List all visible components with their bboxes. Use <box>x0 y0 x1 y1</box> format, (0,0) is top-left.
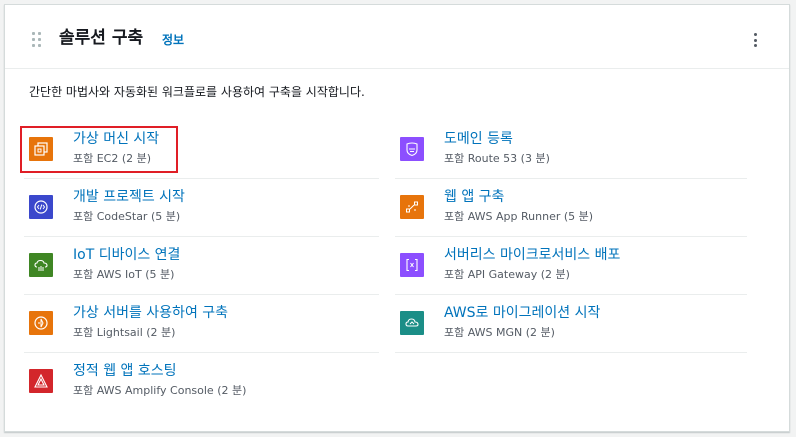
item-name: AWS로 마이그레이션 시작 <box>444 305 601 321</box>
api-gateway-icon <box>400 253 424 277</box>
launch-vm-item[interactable]: 가상 머신 시작 포함 EC2 (2 분) <box>24 123 379 179</box>
iot-device-item[interactable]: IoT 디바이스 연결 포함 AWS IoT (5 분) <box>24 239 379 295</box>
dev-project-item[interactable]: 개발 프로젝트 시작 포함 CodeStar (5 분) <box>24 181 379 237</box>
lightsail-icon <box>29 311 53 335</box>
more-options-icon[interactable] <box>747 29 763 51</box>
static-web-app-item[interactable]: 정적 웹 앱 호스팅 포함 AWS Amplify Console (2 분) <box>24 355 379 411</box>
item-service: 포함 AWS Amplify Console (2 분) <box>73 384 247 397</box>
migration-item[interactable]: AWS로 마이그레이션 시작 포함 AWS MGN (2 분) <box>395 297 747 353</box>
item-service: 포함 Lightsail (2 분) <box>73 326 176 339</box>
item-service: 포함 AWS IoT (5 분) <box>73 268 175 281</box>
serverless-item[interactable]: 서버리스 마이크로서비스 배포 포함 API Gateway (2 분) <box>395 239 747 295</box>
item-name: 웹 앱 구축 <box>444 189 505 205</box>
item-name: 가상 머신 시작 <box>73 131 160 147</box>
item-service: 포함 AWS MGN (2 분) <box>444 326 555 339</box>
widget-title: 솔루션 구축 <box>59 28 144 48</box>
drag-handle-icon[interactable] <box>32 32 42 48</box>
item-name: 가상 서버를 사용하여 구축 <box>73 305 229 321</box>
mgn-icon <box>400 311 424 335</box>
ec2-icon <box>29 137 53 161</box>
item-name: IoT 디바이스 연결 <box>73 247 181 263</box>
codestar-icon <box>29 195 53 219</box>
item-name: 개발 프로젝트 시작 <box>73 189 185 205</box>
build-solution-widget: 솔루션 구축 정보 간단한 마법사와 자동화된 워크플로를 사용하여 구축을 시… <box>4 4 790 432</box>
web-app-item[interactable]: 웹 앱 구축 포함 AWS App Runner (5 분) <box>395 181 747 237</box>
register-domain-item[interactable]: 도메인 등록 포함 Route 53 (3 분) <box>395 123 747 179</box>
item-service: 포함 API Gateway (2 분) <box>444 268 570 281</box>
widget-header: 솔루션 구축 정보 <box>5 5 789 69</box>
item-name: 서버리스 마이크로서비스 배포 <box>444 247 621 263</box>
route53-icon <box>400 137 424 161</box>
app-runner-icon <box>400 195 424 219</box>
iot-icon <box>29 253 53 277</box>
item-service: 포함 Route 53 (3 분) <box>444 152 550 165</box>
item-service: 포함 EC2 (2 분) <box>73 152 152 165</box>
item-service: 포함 AWS App Runner (5 분) <box>444 210 594 223</box>
info-link[interactable]: 정보 <box>162 32 184 48</box>
widget-description: 간단한 마법사와 자동화된 워크플로를 사용하여 구축을 시작합니다. <box>29 85 365 99</box>
amplify-icon <box>29 369 53 393</box>
virtual-server-item[interactable]: 가상 서버를 사용하여 구축 포함 Lightsail (2 분) <box>24 297 379 353</box>
item-service: 포함 CodeStar (5 분) <box>73 210 181 223</box>
item-name: 도메인 등록 <box>444 131 513 147</box>
item-name: 정적 웹 앱 호스팅 <box>73 363 177 379</box>
